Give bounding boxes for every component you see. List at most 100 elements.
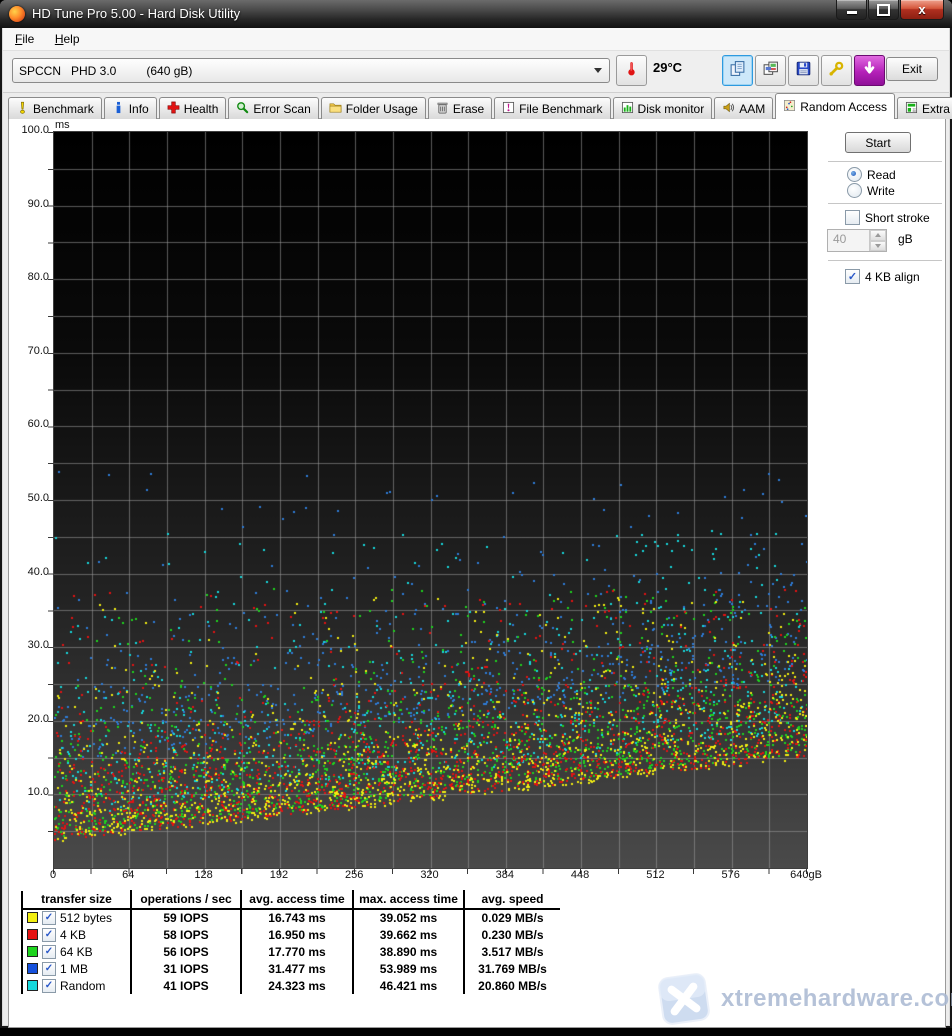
info-icon: [112, 101, 125, 117]
y-axis-label: 90.0: [9, 198, 49, 210]
tab-label: Random Access: [800, 100, 887, 114]
watermark: xtremehardware.com: [655, 970, 952, 1028]
tab-random-access[interactable]: Random Access: [775, 93, 895, 119]
stepper-up-button[interactable]: [870, 230, 886, 241]
align-checkbox[interactable]: ✓: [845, 269, 860, 284]
write-label: Write: [867, 184, 895, 198]
window-title: HD Tune Pro 5.00 - Hard Disk Utility: [32, 6, 240, 21]
drive-select-value: SPCCN PHD 3.0 (640 gB): [13, 64, 594, 78]
column-header: operations / sec: [130, 890, 240, 910]
read-option[interactable]: Read: [847, 167, 896, 182]
tab-aam[interactable]: AAM: [714, 97, 773, 119]
y-axis-label: 20.0: [9, 713, 49, 725]
series-checkbox[interactable]: ✓: [42, 928, 56, 942]
tab-error-scan[interactable]: Error Scan: [228, 97, 318, 119]
tab-disk-monitor[interactable]: Disk monitor: [613, 97, 713, 119]
series-color-swatch: [27, 980, 38, 991]
short-stroke-label: Short stroke: [865, 211, 930, 225]
menu-file[interactable]: File: [7, 28, 42, 50]
folder-icon: [329, 101, 342, 117]
avg-speed-value: 31.769 MB/s: [463, 960, 560, 977]
table-row: ✓Random41 IOPS24.323 ms46.421 ms20.860 M…: [23, 977, 562, 994]
close-button[interactable]: x: [900, 0, 944, 20]
thermometer-icon: [623, 60, 640, 82]
avg-access-value: 16.950 ms: [240, 926, 352, 943]
series-checkbox[interactable]: ✓: [42, 979, 56, 993]
series-checkbox[interactable]: ✓: [42, 945, 56, 959]
tab-extra-tests[interactable]: Extra tests: [897, 97, 952, 119]
column-header: max. access time: [352, 890, 463, 910]
wrench-icon: [828, 60, 845, 82]
series-color-swatch: [27, 929, 38, 940]
series-checkbox[interactable]: ✓: [42, 962, 56, 976]
y-axis-unit-label: ms: [55, 119, 70, 131]
watermark-x-icon: [655, 970, 713, 1028]
copy-report-button[interactable]: [722, 55, 753, 86]
x-axis-label: 64: [96, 869, 160, 881]
image-icon: [762, 60, 779, 82]
transfer-size-label: 64 KB: [60, 945, 93, 959]
exit-button[interactable]: Exit: [886, 57, 938, 81]
tab-folder-usage[interactable]: Folder Usage: [321, 97, 426, 119]
x-axis-label: 576: [699, 869, 763, 881]
tab-label: Erase: [453, 102, 484, 116]
arrow-up-icon: [875, 233, 881, 237]
stepper-down-button[interactable]: [870, 241, 886, 252]
separator: [828, 203, 942, 207]
capacity-stepper[interactable]: 40: [827, 229, 887, 252]
disk-monitor-icon: [621, 101, 634, 117]
max-access-value: 46.421 ms: [352, 977, 463, 994]
tab-info[interactable]: Info: [104, 97, 157, 119]
extra-tests-icon: [905, 101, 918, 117]
series-color-swatch: [27, 963, 38, 974]
start-button[interactable]: Start: [845, 132, 911, 153]
tab-label: Benchmark: [33, 102, 94, 116]
update-button[interactable]: [854, 55, 885, 86]
copy-icon: [729, 60, 746, 82]
series-checkbox[interactable]: ✓: [42, 911, 56, 925]
toolbar: SPCCN PHD 3.0 (640 gB) 29°C Exit: [3, 51, 949, 93]
tab-label: Error Scan: [253, 102, 310, 116]
y-axis-label: 40.0: [9, 566, 49, 578]
menu-bar: File Help: [3, 28, 949, 51]
tab-health[interactable]: Health: [159, 97, 227, 119]
max-access-value: 53.989 ms: [352, 960, 463, 977]
column-header: transfer size: [23, 890, 130, 910]
temperature-button[interactable]: [616, 55, 647, 86]
x-axis-label: 384: [473, 869, 537, 881]
app-window: HD Tune Pro 5.00 - Hard Disk Utility x F…: [0, 0, 952, 1028]
save-image-button[interactable]: [788, 55, 819, 86]
table-row: ✓1 MB31 IOPS31.477 ms53.989 ms31.769 MB/…: [23, 960, 562, 977]
options-button[interactable]: [821, 55, 852, 86]
x-axis-label: 512: [623, 869, 687, 881]
y-axis-label: 100.0: [9, 124, 49, 136]
series-color-swatch: [27, 946, 38, 957]
app-icon: [9, 6, 25, 22]
tab-bar: Benchmark InfoHealth Error Scan Folder Usag…: [8, 95, 948, 119]
y-axis-label: 70.0: [9, 345, 49, 357]
tab-label: File Benchmark: [519, 102, 602, 116]
random-access-icon: [783, 99, 796, 115]
main-panel: ms 100.090.080.070.060.050.040.030.020.0…: [8, 118, 946, 1028]
align-option[interactable]: ✓ 4 KB align: [845, 269, 920, 284]
tab-benchmark[interactable]: Benchmark: [8, 97, 102, 119]
avg-access-value: 16.743 ms: [240, 909, 352, 926]
file-benchmark-icon: [502, 101, 515, 117]
menu-help[interactable]: Help: [47, 28, 88, 50]
tab-file-benchmark[interactable]: File Benchmark: [494, 97, 610, 119]
drive-select[interactable]: SPCCN PHD 3.0 (640 gB): [12, 58, 610, 83]
maximize-button[interactable]: [868, 0, 899, 20]
transfer-size-label: 512 bytes: [60, 911, 112, 925]
x-axis-label: 256: [322, 869, 386, 881]
short-stroke-checkbox[interactable]: [845, 210, 860, 225]
iops-value: 41 IOPS: [130, 977, 240, 994]
minimize-button[interactable]: [836, 0, 867, 20]
tab-label: Disk monitor: [638, 102, 705, 116]
read-radio[interactable]: [847, 167, 862, 182]
tab-erase[interactable]: Erase: [428, 97, 492, 119]
write-radio[interactable]: [847, 183, 862, 198]
write-option[interactable]: Write: [847, 183, 895, 198]
x-axis-label: 192: [247, 869, 311, 881]
short-stroke-option[interactable]: Short stroke: [845, 210, 930, 225]
copy-image-button[interactable]: [755, 55, 786, 86]
